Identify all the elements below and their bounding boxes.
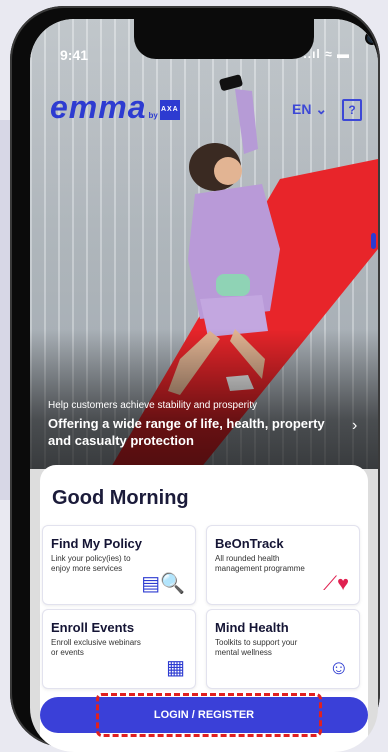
card-enroll-events[interactable]: Enroll Events Enroll exclusive webinars …: [42, 609, 196, 689]
axa-logo: AXA: [159, 99, 180, 120]
highlight-box: [96, 693, 322, 737]
chevron-right-icon[interactable]: ›: [352, 417, 357, 435]
face: [214, 157, 242, 185]
help-icon[interactable]: ?: [342, 99, 362, 121]
greeting: Good Morning: [52, 487, 189, 509]
camera: [367, 33, 377, 43]
card-desc: All rounded health management programme: [215, 554, 305, 573]
carousel-indicator[interactable]: [371, 233, 376, 249]
notch: [134, 19, 377, 59]
track-heart-icon: ⟋♥: [323, 573, 349, 595]
emma-logo: emma byAXA: [50, 89, 180, 126]
status-time: 9:41: [60, 47, 89, 63]
card-title: Mind Health: [215, 620, 289, 635]
hero-subtitle: Help customers achieve stability and pro…: [48, 400, 257, 411]
card-title: Find My Policy: [51, 536, 143, 551]
card-desc: Toolkits to support your mental wellness: [215, 638, 298, 657]
hero-title[interactable]: Offering a wide range of life, health, p…: [48, 415, 348, 449]
raised-arm: [235, 89, 258, 154]
card-title: Enroll Events: [51, 620, 135, 635]
phone-frame: 9:41 ..ıl ≈ ▬ emma byAXA EN ⌄ ? Help cust…: [10, 6, 380, 752]
card-desc: Link your policy(ies) to enjoy more serv…: [51, 554, 131, 573]
page: { "status": {"time": "9:41", "signal": "…: [0, 0, 388, 752]
language-selector[interactable]: EN ⌄: [292, 101, 327, 118]
card-beontrack[interactable]: BeOnTrack All rounded health management …: [206, 525, 360, 605]
home-panel: Good Morning Find My Policy Link your po…: [40, 465, 368, 752]
calendar-icon: ▦: [166, 657, 185, 679]
card-mind-health[interactable]: Mind Health Toolkits to support your men…: [206, 609, 360, 689]
phone-in-hand: [219, 74, 243, 91]
card-find-my-policy[interactable]: Find My Policy Link your policy(ies) to …: [42, 525, 196, 605]
card-title: BeOnTrack: [215, 536, 284, 551]
logo-text: emma: [50, 89, 147, 125]
status-icons: ..ıl ≈ ▬: [303, 47, 350, 61]
logo-by: by: [148, 111, 158, 120]
screen: 9:41 ..ıl ≈ ▬ emma byAXA EN ⌄ ? Help cust…: [30, 19, 378, 752]
bag: [216, 274, 250, 296]
policy-search-icon: ▤🔍: [141, 573, 185, 595]
mind-chat-icon: ☺: [328, 657, 349, 679]
card-desc: Enroll exclusive webinars or events: [51, 638, 141, 657]
